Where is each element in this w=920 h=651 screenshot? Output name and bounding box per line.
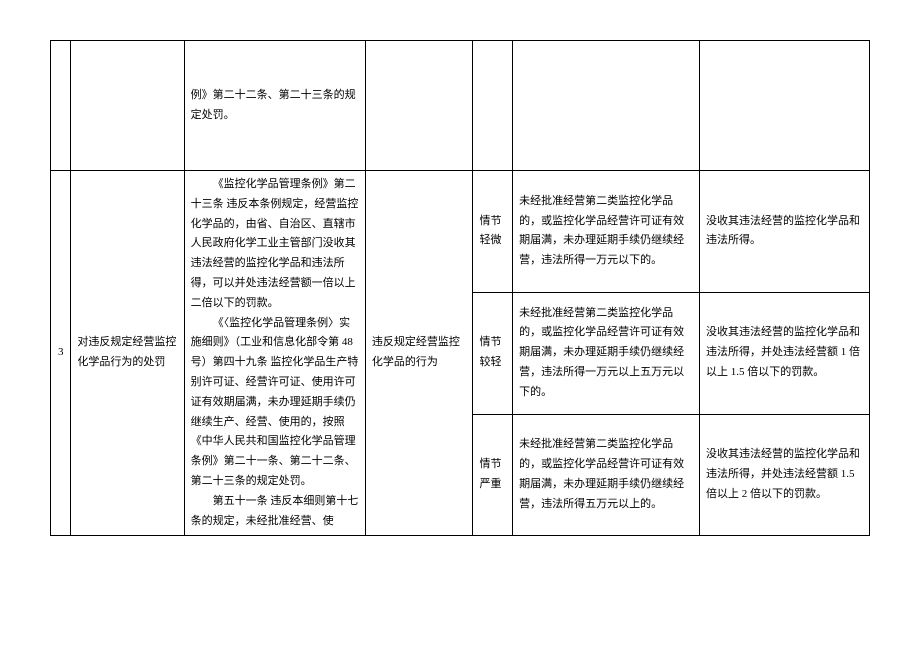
cell-level: 情节严重 <box>473 414 513 536</box>
table-row: 例》第二十二条、第二十三条的规定处罚。 <box>51 41 870 171</box>
cell-basis: 例》第二十二条、第二十三条的规定处罚。 <box>184 41 365 171</box>
regulation-table: 例》第二十二条、第二十三条的规定处罚。 3 对违反规定经营监控化学品行为的处罚 … <box>50 40 870 536</box>
cell-index: 3 <box>51 171 71 536</box>
basis-fragment: 例》第二十二条、第二十三条的规定处罚。 <box>191 89 356 121</box>
cell-type: 违反规定经营监控化学品的行为 <box>365 171 473 536</box>
basis-para-3: 第五十一条 违反本细则第十七条的规定，未经批准经营、使 <box>191 492 359 532</box>
cell-index <box>51 41 71 171</box>
cell-action: 没收其违法经营的监控化学品和违法所得，并处违法经营额 1 倍以上 1.5 倍以下… <box>700 292 870 414</box>
cell-level: 情节较轻 <box>473 292 513 414</box>
cell-circumstance: 未经批准经营第二类监控化学品的，或监控化学品经营许可证有效期届满，未办理延期手续… <box>513 414 700 536</box>
cell-type <box>365 41 473 171</box>
cell-action: 没收其违法经营的监控化学品和违法所得。 <box>700 171 870 293</box>
cell-level <box>473 41 513 171</box>
cell-basis: 《监控化学品管理条例》第二十三条 违反本条例规定，经营监控化学品的，由省、自治区… <box>184 171 365 536</box>
basis-para-1: 《监控化学品管理条例》第二十三条 违反本条例规定，经营监控化学品的，由省、自治区… <box>191 175 359 314</box>
cell-title <box>71 41 184 171</box>
cell-title: 对违反规定经营监控化学品行为的处罚 <box>71 171 184 536</box>
cell-level: 情节轻微 <box>473 171 513 293</box>
cell-action: 没收其违法经营的监控化学品和违法所得，并处违法经营额 1.5 倍以上 2 倍以下… <box>700 414 870 536</box>
basis-para-2: 《〈监控化学品管理条例〉实施细则》（工业和信息化部令第 48 号）第四十九条 监… <box>191 314 359 492</box>
table-row: 3 对违反规定经营监控化学品行为的处罚 《监控化学品管理条例》第二十三条 违反本… <box>51 171 870 293</box>
cell-circumstance: 未经批准经营第二类监控化学品的，或监控化学品经营许可证有效期届满，未办理延期手续… <box>513 171 700 293</box>
cell-circumstance: 未经批准经营第二类监控化学品的，或监控化学品经营许可证有效期届满，未办理延期手续… <box>513 292 700 414</box>
cell-circumstance <box>513 41 700 171</box>
cell-action <box>700 41 870 171</box>
